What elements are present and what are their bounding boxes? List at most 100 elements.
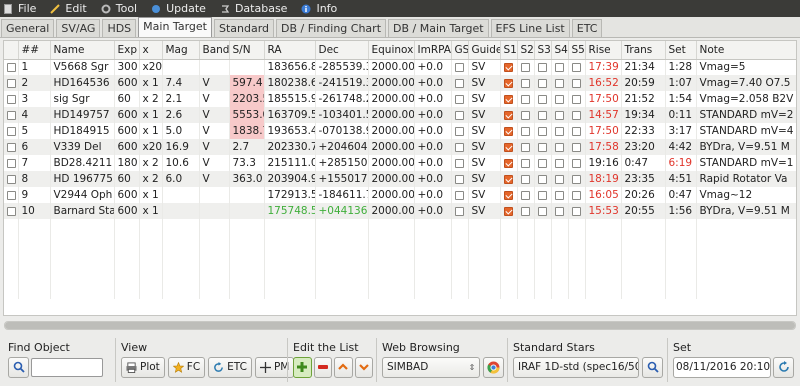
tab-standard[interactable]: Standard: [213, 19, 275, 37]
s1-checkbox[interactable]: [503, 110, 513, 120]
column-header[interactable]: S1: [500, 41, 518, 60]
s4-checkbox[interactable]: [554, 94, 564, 104]
column-header[interactable]: ImRPA: [414, 41, 452, 60]
table-row[interactable]: 5HD184915600x 15.0V1838.7193653.45-07013…: [4, 123, 796, 139]
column-header[interactable]: S/N: [229, 41, 265, 60]
standard-stars-select[interactable]: IRAF 1D-std (spec16/50) ⇕: [513, 356, 640, 378]
gs-checkbox[interactable]: [454, 174, 464, 184]
horizontal-scrollbar[interactable]: [4, 321, 796, 330]
column-header[interactable]: S5: [568, 41, 586, 60]
s5-checkbox[interactable]: [571, 142, 581, 152]
s4-checkbox[interactable]: [554, 126, 564, 136]
s4-checkbox[interactable]: [554, 206, 564, 216]
row-select-checkbox[interactable]: [7, 142, 16, 152]
column-header[interactable]: GS: [451, 41, 469, 60]
column-header[interactable]: RA: [264, 41, 316, 60]
column-header[interactable]: Rise: [585, 41, 622, 60]
s3-checkbox[interactable]: [537, 62, 547, 72]
move-up-button[interactable]: [334, 356, 353, 378]
tab-db-main-target[interactable]: DB / Main Target: [388, 19, 489, 37]
s1-checkbox[interactable]: [503, 62, 513, 72]
menu-database[interactable]: Database: [220, 2, 287, 15]
column-header[interactable]: x: [139, 41, 163, 60]
s5-checkbox[interactable]: [571, 110, 581, 120]
web-database-select[interactable]: SIMBAD ⇕: [382, 356, 481, 378]
s2-checkbox[interactable]: [520, 142, 530, 152]
tab-main-target[interactable]: Main Target: [138, 17, 212, 37]
gs-checkbox[interactable]: [454, 94, 464, 104]
move-down-button[interactable]: [354, 356, 373, 378]
table-row[interactable]: 3sig Sgr60x 22.1V2203.5185515.93-261748.…: [4, 91, 796, 107]
s3-checkbox[interactable]: [537, 142, 547, 152]
gs-checkbox[interactable]: [454, 110, 464, 120]
menu-tool[interactable]: Tool: [101, 2, 137, 15]
tab-db-finding-chart[interactable]: DB / Finding Chart: [276, 19, 387, 37]
table-row[interactable]: 10Barnard Star600x 1175748.50+044136.212…: [4, 203, 796, 219]
pm-button[interactable]: PM: [254, 356, 295, 378]
s1-checkbox[interactable]: [503, 94, 513, 104]
find-object-input[interactable]: [31, 357, 103, 377]
column-header[interactable]: Name: [50, 41, 115, 60]
s1-checkbox[interactable]: [503, 174, 513, 184]
row-select-checkbox[interactable]: [7, 94, 16, 104]
column-header[interactable]: Trans: [621, 41, 666, 60]
tab-efs-line-list[interactable]: EFS Line List: [490, 19, 570, 37]
s2-checkbox[interactable]: [520, 174, 530, 184]
tab-general[interactable]: General: [1, 19, 55, 37]
s4-checkbox[interactable]: [554, 110, 564, 120]
etc-button[interactable]: ETC: [208, 356, 252, 378]
s1-checkbox[interactable]: [503, 142, 513, 152]
column-header[interactable]: S2: [517, 41, 535, 60]
add-target-button[interactable]: [293, 356, 312, 378]
s4-checkbox[interactable]: [554, 158, 564, 168]
s2-checkbox[interactable]: [520, 126, 530, 136]
s3-checkbox[interactable]: [537, 158, 547, 168]
s5-checkbox[interactable]: [571, 158, 581, 168]
gs-checkbox[interactable]: [454, 142, 464, 152]
table-row[interactable]: 6V339 Del600x2016.9V2.7202330.73+204604.…: [4, 139, 796, 155]
row-select-checkbox[interactable]: [7, 174, 16, 184]
scroll-thumb[interactable]: [5, 322, 795, 329]
tab-sv-ag[interactable]: SV/AG: [56, 19, 101, 37]
standard-search-button[interactable]: [642, 356, 663, 378]
s5-checkbox[interactable]: [571, 94, 581, 104]
find-search-button[interactable]: [8, 356, 29, 378]
column-header[interactable]: S3: [534, 41, 552, 60]
s3-checkbox[interactable]: [537, 126, 547, 136]
s2-checkbox[interactable]: [520, 190, 530, 200]
s3-checkbox[interactable]: [537, 190, 547, 200]
gs-checkbox[interactable]: [454, 158, 464, 168]
menu-file[interactable]: File: [3, 2, 36, 15]
s5-checkbox[interactable]: [571, 126, 581, 136]
s2-checkbox[interactable]: [520, 110, 530, 120]
s2-checkbox[interactable]: [520, 206, 530, 216]
column-header[interactable]: Exp: [114, 41, 140, 60]
s3-checkbox[interactable]: [537, 110, 547, 120]
s1-checkbox[interactable]: [503, 158, 513, 168]
s5-checkbox[interactable]: [571, 190, 581, 200]
gs-checkbox[interactable]: [454, 206, 464, 216]
s1-checkbox[interactable]: [503, 78, 513, 88]
s5-checkbox[interactable]: [571, 174, 581, 184]
column-header[interactable]: Dec: [315, 41, 369, 60]
gs-checkbox[interactable]: [454, 190, 464, 200]
s3-checkbox[interactable]: [537, 78, 547, 88]
s5-checkbox[interactable]: [571, 62, 581, 72]
menu-edit[interactable]: Edit: [50, 2, 87, 15]
s2-checkbox[interactable]: [520, 94, 530, 104]
set-time-field[interactable]: 08/11/2016 20:10 HST: [673, 356, 771, 378]
table-row[interactable]: 2HD164536600x 17.4V597.4180238.62-241519…: [4, 75, 796, 91]
column-header[interactable]: S4: [551, 41, 569, 60]
s4-checkbox[interactable]: [554, 78, 564, 88]
s3-checkbox[interactable]: [537, 174, 547, 184]
row-select-checkbox[interactable]: [7, 190, 16, 200]
tab-hds[interactable]: HDS: [102, 19, 137, 37]
s4-checkbox[interactable]: [554, 142, 564, 152]
fc-button[interactable]: FC: [167, 356, 206, 378]
s3-checkbox[interactable]: [537, 206, 547, 216]
row-select-checkbox[interactable]: [7, 110, 16, 120]
s4-checkbox[interactable]: [554, 174, 564, 184]
row-select-checkbox[interactable]: [7, 126, 16, 136]
plot-button[interactable]: Plot: [121, 356, 165, 378]
row-select-checkbox[interactable]: [7, 62, 16, 72]
